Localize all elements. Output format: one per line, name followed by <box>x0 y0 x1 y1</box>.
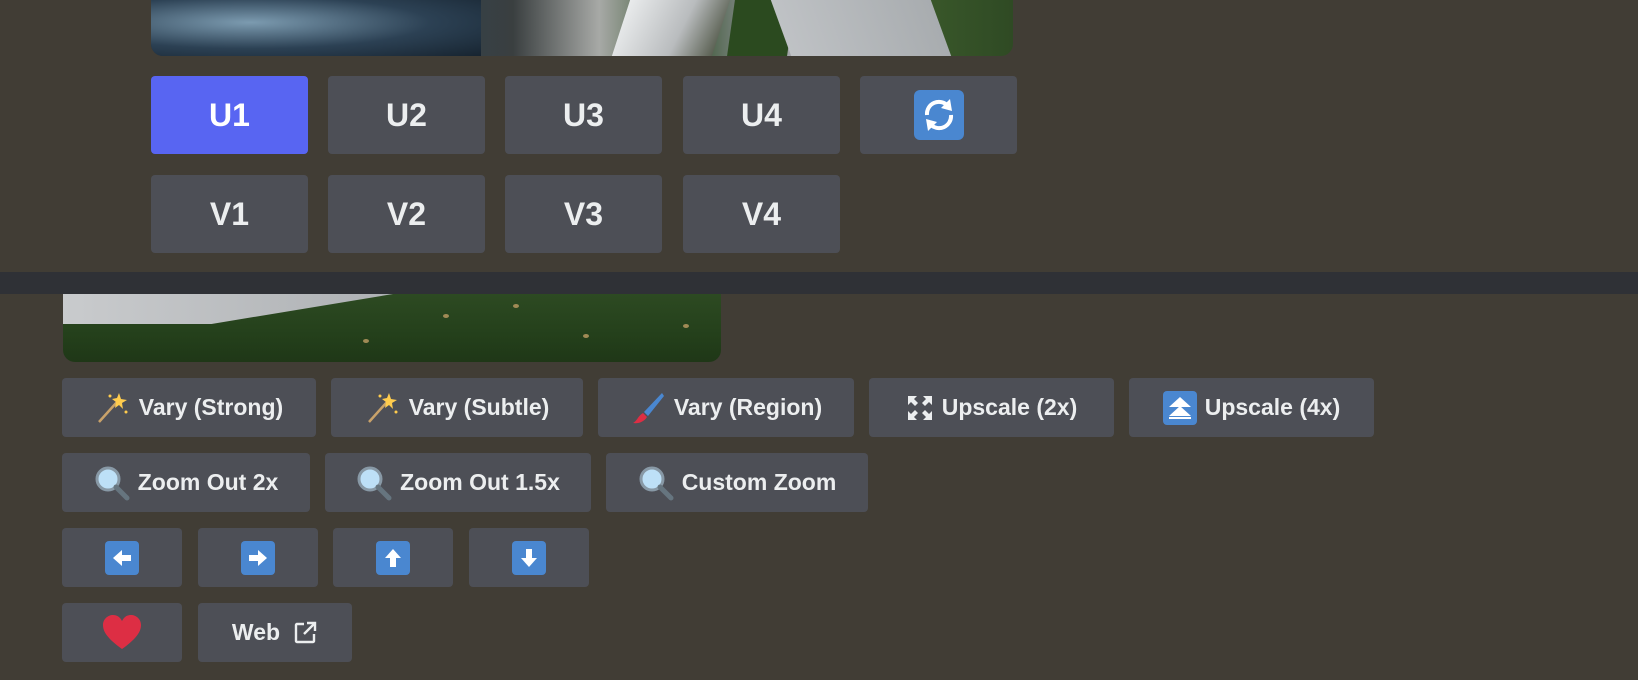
button-label: V2 <box>386 195 427 232</box>
upscale-2x-button[interactable]: Upscale (2x) <box>869 378 1114 437</box>
button-label: U1 <box>209 96 250 133</box>
zoom-out-1-5x-button[interactable]: Zoom Out 1.5x <box>325 453 591 512</box>
upscale-u1-button[interactable]: U1 <box>151 76 308 154</box>
heart-icon <box>102 614 142 651</box>
pan-down-button[interactable] <box>469 528 589 587</box>
arrow-left-icon <box>105 540 139 575</box>
pan-up-button[interactable] <box>333 528 453 587</box>
magnifier-icon <box>94 465 130 501</box>
button-label: V1 <box>209 195 250 232</box>
button-label: Zoom Out 2x <box>137 469 279 495</box>
pan-right-button[interactable] <box>198 528 318 587</box>
upscale-u4-button[interactable]: U4 <box>683 76 840 154</box>
button-label: U4 <box>741 96 782 133</box>
pan-left-button[interactable] <box>62 528 182 587</box>
arrow-right-icon <box>241 540 275 575</box>
upscale-u3-button[interactable]: U3 <box>505 76 662 154</box>
button-label: U3 <box>563 96 604 133</box>
magic-wand-icon <box>95 390 131 426</box>
upscale-u2-button[interactable]: U2 <box>328 76 485 154</box>
variation-v1-button[interactable]: V1 <box>151 175 308 253</box>
button-label: Vary (Region) <box>673 394 823 420</box>
button-label: Upscale (2x) <box>941 394 1078 420</box>
button-label: Vary (Subtle) <box>408 394 550 420</box>
variation-v4-button[interactable]: V4 <box>683 175 840 253</box>
magnifier-icon <box>638 465 674 501</box>
variation-v3-button[interactable]: V3 <box>505 175 662 253</box>
variation-v2-button[interactable]: V2 <box>328 175 485 253</box>
expand-icon <box>906 394 934 422</box>
image-preview-bottom[interactable] <box>63 294 721 362</box>
button-label: V3 <box>563 195 604 232</box>
magnifier-icon <box>356 465 392 501</box>
web-link-button[interactable]: Web <box>198 603 352 662</box>
vary-region-button[interactable]: Vary (Region) <box>598 378 854 437</box>
arrow-down-icon <box>512 540 546 575</box>
reroll-icon <box>913 90 964 140</box>
message-divider <box>0 272 1638 294</box>
upscale-4x-button[interactable]: Upscale (4x) <box>1129 378 1374 437</box>
paintbrush-icon <box>630 390 666 426</box>
button-label: Custom Zoom <box>681 469 837 495</box>
fast-up-icon <box>1162 390 1197 425</box>
button-label: Zoom Out 1.5x <box>400 469 560 495</box>
button-label: Upscale (4x) <box>1204 394 1341 420</box>
magic-wand-icon <box>365 390 401 426</box>
vary-subtle-button[interactable]: Vary (Subtle) <box>331 378 583 437</box>
vary-strong-button[interactable]: Vary (Strong) <box>62 378 316 437</box>
custom-zoom-button[interactable]: Custom Zoom <box>606 453 868 512</box>
arrow-up-icon <box>376 540 410 575</box>
zoom-out-2x-button[interactable]: Zoom Out 2x <box>62 453 310 512</box>
button-label: Vary (Strong) <box>138 394 284 420</box>
button-label: Web <box>231 619 281 645</box>
button-label: U2 <box>386 96 427 133</box>
reroll-button[interactable] <box>860 76 1017 154</box>
external-link-icon <box>292 620 318 646</box>
favorite-button[interactable] <box>62 603 182 662</box>
image-preview-top[interactable] <box>151 0 1013 56</box>
button-label: V4 <box>741 195 782 232</box>
